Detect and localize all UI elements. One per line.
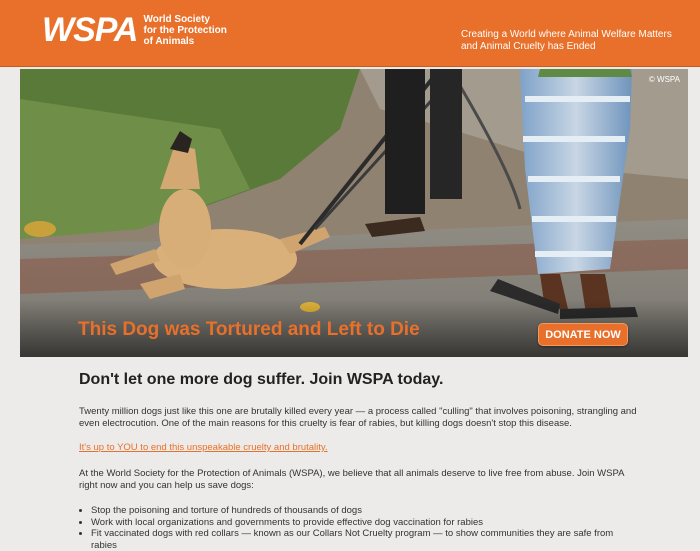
cruelty-link[interactable]: It's up to YOU to end this unspeakable c…	[79, 442, 328, 454]
logo-mark: WSPA	[42, 11, 138, 49]
page-title: Don't let one more dog suffer. Join WSPA…	[79, 371, 444, 388]
site-header: WSPA World Society for the Protection of…	[0, 0, 700, 67]
mission-paragraph: At the World Society for the Protection …	[79, 468, 624, 491]
logo-org-line-3: of Animals	[143, 35, 195, 47]
benefits-list: Stop the poisoning and torture of hundre…	[79, 505, 639, 551]
intro-paragraph: Twenty million dogs just like this one a…	[79, 406, 637, 429]
wspa-logo[interactable]: WSPA World Society for the Protection of…	[42, 10, 227, 50]
logo-org-name: World Society for the Protection of Anim…	[143, 14, 226, 47]
list-item: Stop the poisoning and torture of hundre…	[91, 505, 639, 517]
hero-banner: © WSPA This Dog was Tortured and Left to…	[20, 69, 688, 357]
tagline: Creating a World where Animal Welfare Ma…	[461, 29, 672, 52]
copyright-notice: © WSPA	[648, 75, 680, 84]
list-item: Work with local organizations and govern…	[91, 517, 639, 529]
hero-headline: This Dog was Tortured and Left to Die	[78, 319, 420, 340]
logo-org-line-1: World Society	[143, 13, 210, 25]
main-content: Don't let one more dog suffer. Join WSPA…	[79, 370, 639, 551]
logo-org-line-2: for the Protection	[143, 24, 227, 36]
donate-now-button[interactable]: DONATE NOW	[538, 323, 628, 346]
